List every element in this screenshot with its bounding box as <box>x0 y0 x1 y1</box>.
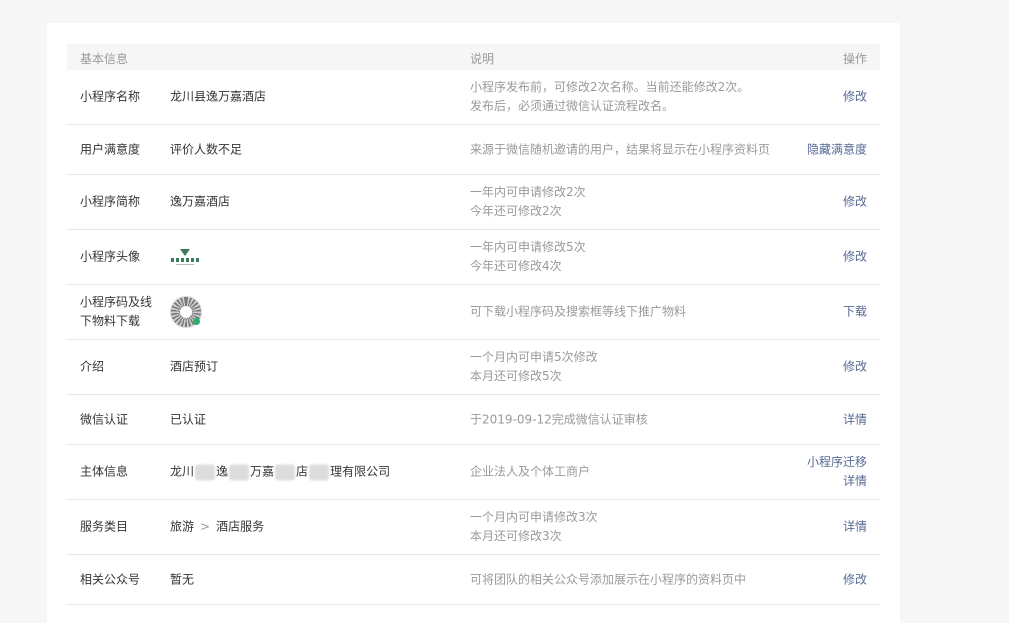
row-label: 小程序简称 <box>80 194 141 209</box>
entity-details-link[interactable]: 详情 <box>807 472 867 491</box>
row-service-category: 服务类目 旅游 > 酒店服务 一个月内可申请修改3次 本月还可修改3次 详情 <box>67 500 880 555</box>
redaction-mask <box>275 464 296 480</box>
desc-line: 今年还可修改4次 <box>470 259 562 273</box>
category-separator: > <box>200 519 211 534</box>
row-operations: 修改 <box>843 358 867 377</box>
entity-name: 龙川 逸 万嘉 店 理有限公司 <box>170 463 390 482</box>
row-value: 酒店预订 <box>170 359 219 374</box>
row-value: 评价人数不足 <box>170 142 243 156</box>
row-label: 小程序名称 <box>80 89 141 104</box>
row-avatar: 小程序头像 一年内可申请修改5次 今年还可修改4次 修改 <box>67 230 880 285</box>
row-operations: 隐藏满意度 <box>807 140 867 159</box>
row-label: 小程序码及线下物料下载 <box>80 295 153 328</box>
category-level-2: 酒店服务 <box>216 519 265 534</box>
entity-name-part: 理有限公司 <box>330 464 391 479</box>
edit-intro-link[interactable]: 修改 <box>843 358 867 377</box>
desc-line: 可下载小程序码及搜索框等线下推广物料 <box>470 304 687 319</box>
edit-short-name-link[interactable]: 修改 <box>843 193 867 212</box>
redaction-mask <box>195 464 216 480</box>
entity-name-part: 店 <box>296 464 309 479</box>
desc-line: 今年还可修改2次 <box>470 204 562 218</box>
desc-line: 一个月内可申请修改3次 <box>470 510 598 524</box>
desc-line: 企业法人及个体工商户 <box>470 464 591 479</box>
category-level-1: 旅游 <box>170 519 195 534</box>
desc-line: 本月还可修改3次 <box>470 529 562 543</box>
row-label: 主体信息 <box>80 464 129 479</box>
row-operations: 详情 <box>843 410 867 429</box>
row-label: 用户满意度 <box>80 142 141 156</box>
row-entity-info: 主体信息 龙川 逸 万嘉 店 理有限公司 企业法人及个体工商户 小程序迁移 详情 <box>67 445 880 500</box>
row-description: 企业法人及个体工商户 <box>470 463 590 482</box>
row-short-name: 小程序简称 逸万嘉酒店 一年内可申请修改2次 今年还可修改2次 修改 <box>67 175 880 230</box>
desc-line: 来源于微信随机邀请的用户，结果将显示在小程序资料页 <box>470 142 771 156</box>
row-operations: 详情 <box>843 518 867 537</box>
desc-line: 于2019-09-12完成微信认证审核 <box>470 412 648 426</box>
hide-satisfaction-link[interactable]: 隐藏满意度 <box>807 140 867 159</box>
row-description: 一年内可申请修改2次 今年还可修改2次 <box>470 183 586 221</box>
desc-line: 发布后，必须通过微信认证流程改名。 <box>470 99 675 113</box>
mini-program-code-icon <box>170 296 202 328</box>
edit-official-accounts-link[interactable]: 修改 <box>843 570 867 589</box>
row-description: 一年内可申请修改5次 今年还可修改4次 <box>470 238 586 276</box>
category-details-link[interactable]: 详情 <box>843 518 867 537</box>
basic-info-table: 基本信息 说明 操作 小程序名称 龙川县逸万嘉酒店 小程序发布前，可修改2次名称… <box>67 44 880 605</box>
row-description: 一个月内可申请5次修改 本月还可修改5次 <box>470 348 598 386</box>
row-value: 已认证 <box>170 412 207 426</box>
row-label: 服务类目 <box>80 519 129 534</box>
row-mini-program-name: 小程序名称 龙川县逸万嘉酒店 小程序发布前，可修改2次名称。当前还能修改2次。 … <box>67 70 880 125</box>
desc-line: 小程序发布前，可修改2次名称。当前还能修改2次。 <box>470 80 750 94</box>
desc-line: 一年内可申请修改5次 <box>470 240 586 254</box>
row-description: 可下载小程序码及搜索框等线下推广物料 <box>470 303 686 322</box>
row-description: 一个月内可申请修改3次 本月还可修改3次 <box>470 508 598 546</box>
row-user-satisfaction: 用户满意度 评价人数不足 来源于微信随机邀请的用户，结果将显示在小程序资料页 隐… <box>67 125 880 175</box>
row-description: 小程序发布前，可修改2次名称。当前还能修改2次。 发布后，必须通过微信认证流程改… <box>470 78 749 116</box>
header-basic-info: 基本信息 <box>80 52 129 66</box>
redaction-mask <box>229 464 250 480</box>
desc-line: 可将团队的相关公众号添加展示在小程序的资料页中 <box>470 572 747 586</box>
desc-line: 一年内可申请修改2次 <box>470 185 586 199</box>
row-label: 微信认证 <box>80 412 129 426</box>
hotel-logo-icon <box>170 242 200 272</box>
migrate-mini-program-link[interactable]: 小程序迁移 <box>807 453 867 472</box>
row-introduction: 介绍 酒店预订 一个月内可申请5次修改 本月还可修改5次 修改 <box>67 340 880 395</box>
desc-line: 一个月内可申请5次修改 <box>470 350 598 364</box>
row-description: 可将团队的相关公众号添加展示在小程序的资料页中 <box>470 570 746 589</box>
row-operations: 修改 <box>843 193 867 212</box>
header-description: 说明 <box>470 52 495 66</box>
row-qrcode: 小程序码及线下物料下载 可下载小程序码及搜索框等线下推广物料 下载 <box>67 285 880 340</box>
basic-info-panel: 基本信息 说明 操作 小程序名称 龙川县逸万嘉酒店 小程序发布前，可修改2次名称… <box>47 23 900 623</box>
row-operations: 小程序迁移 详情 <box>807 453 867 491</box>
table-header: 基本信息 说明 操作 <box>67 44 880 70</box>
row-label: 介绍 <box>80 359 105 374</box>
row-operations: 修改 <box>843 248 867 267</box>
row-operations: 修改 <box>843 570 867 589</box>
row-value: 暂无 <box>170 572 195 586</box>
entity-name-part: 龙川 <box>170 464 195 479</box>
redaction-mask <box>309 464 330 480</box>
row-description: 于2019-09-12完成微信认证审核 <box>470 410 648 429</box>
row-wechat-verification: 微信认证 已认证 于2019-09-12完成微信认证审核 详情 <box>67 395 880 445</box>
row-value: 龙川县逸万嘉酒店 <box>170 89 267 104</box>
edit-avatar-link[interactable]: 修改 <box>843 248 867 267</box>
row-related-official-accounts: 相关公众号 暂无 可将团队的相关公众号添加展示在小程序的资料页中 修改 <box>67 555 880 605</box>
desc-line: 本月还可修改5次 <box>470 369 562 383</box>
row-operations: 下载 <box>843 303 867 322</box>
row-label: 小程序头像 <box>80 249 141 264</box>
row-operations: 修改 <box>843 88 867 107</box>
verification-details-link[interactable]: 详情 <box>843 410 867 429</box>
row-label: 相关公众号 <box>80 572 141 586</box>
header-operations: 操作 <box>842 52 867 66</box>
row-value: 逸万嘉酒店 <box>170 194 231 209</box>
download-link[interactable]: 下载 <box>843 303 867 322</box>
avatar <box>170 242 200 272</box>
qrcode-thumbnail <box>170 296 202 328</box>
entity-name-part: 逸 <box>216 464 229 479</box>
row-description: 来源于微信随机邀请的用户，结果将显示在小程序资料页 <box>470 140 770 159</box>
edit-name-link[interactable]: 修改 <box>843 88 867 107</box>
entity-name-part: 万嘉 <box>250 464 275 479</box>
service-category-value: 旅游 > 酒店服务 <box>170 518 264 537</box>
